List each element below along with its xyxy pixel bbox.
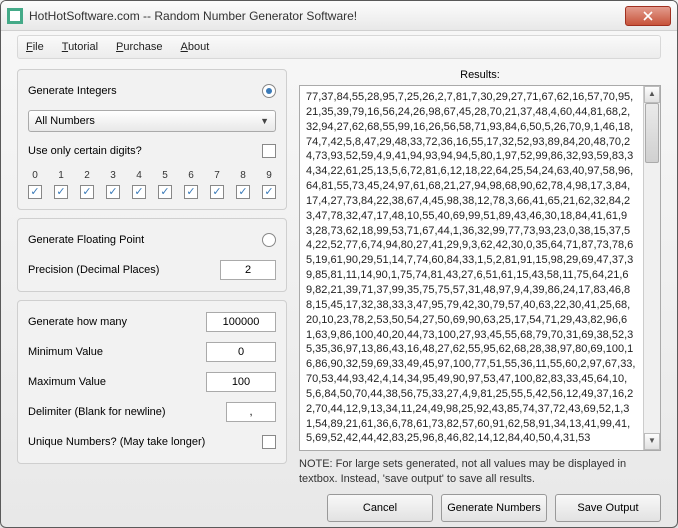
integers-title: Generate Integers — [28, 85, 117, 97]
digit-6-checkbox[interactable] — [184, 185, 198, 199]
delim-label: Delimiter (Blank for newline) — [28, 406, 166, 418]
digit-label: 2 — [84, 170, 90, 181]
save-button[interactable]: Save Output — [555, 494, 661, 522]
digits-row: 0 1 2 3 4 5 6 7 8 9 — [28, 170, 276, 199]
digit-label: 0 — [32, 170, 38, 181]
digit-4-checkbox[interactable] — [132, 185, 146, 199]
digit-label: 6 — [188, 170, 194, 181]
digit-1-checkbox[interactable] — [54, 185, 68, 199]
content-area: Generate Integers All Numbers ▼ Use only… — [1, 59, 677, 528]
integers-radio[interactable] — [262, 84, 276, 98]
digit-3-checkbox[interactable] — [106, 185, 120, 199]
window-title: HotHotSoftware.com -- Random Number Gene… — [29, 9, 625, 23]
howmany-label: Generate how many — [28, 316, 127, 328]
results-textbox[interactable]: 77,37,84,55,28,95,7,25,26,2,7,81,7,30,29… — [299, 85, 661, 451]
unique-label: Unique Numbers? (May take longer) — [28, 436, 205, 448]
digit-7-checkbox[interactable] — [210, 185, 224, 199]
scroll-down-icon[interactable]: ▼ — [644, 433, 660, 450]
menu-purchase[interactable]: Purchase — [116, 41, 162, 53]
scrollbar[interactable]: ▲ ▼ — [643, 86, 660, 450]
digit-label: 4 — [136, 170, 142, 181]
digit-5-checkbox[interactable] — [158, 185, 172, 199]
right-column: Results: 77,37,84,55,28,95,7,25,26,2,7,8… — [299, 69, 661, 522]
results-label: Results: — [299, 69, 661, 81]
chevron-down-icon: ▼ — [260, 116, 269, 126]
number-type-select[interactable]: All Numbers ▼ — [28, 110, 276, 132]
use-digits-checkbox[interactable] — [262, 144, 276, 158]
titlebar: HotHotSoftware.com -- Random Number Gene… — [1, 1, 677, 31]
digit-8-checkbox[interactable] — [236, 185, 250, 199]
floating-radio[interactable] — [262, 233, 276, 247]
note-text: NOTE: For large sets generated, not all … — [299, 457, 661, 486]
digit-9-checkbox[interactable] — [262, 185, 276, 199]
app-icon — [7, 8, 23, 24]
digit-label: 8 — [240, 170, 246, 181]
howmany-input[interactable] — [206, 312, 276, 332]
params-panel: Generate how many Minimum Value Maximum … — [17, 300, 287, 464]
menu-tutorial[interactable]: Tutorial — [62, 41, 98, 53]
use-digits-label: Use only certain digits? — [28, 145, 142, 157]
max-label: Maximum Value — [28, 376, 106, 388]
max-input[interactable] — [206, 372, 276, 392]
floating-panel: Generate Floating Point Precision (Decim… — [17, 218, 287, 292]
delim-input[interactable] — [226, 402, 276, 422]
digit-2-checkbox[interactable] — [80, 185, 94, 199]
cancel-button[interactable]: Cancel — [327, 494, 433, 522]
menu-about[interactable]: About — [181, 41, 210, 53]
precision-label: Precision (Decimal Places) — [28, 264, 159, 276]
precision-input[interactable] — [220, 260, 276, 280]
unique-checkbox[interactable] — [262, 435, 276, 449]
scroll-up-icon[interactable]: ▲ — [644, 86, 660, 103]
digit-label: 1 — [58, 170, 64, 181]
digit-0-checkbox[interactable] — [28, 185, 42, 199]
digit-label: 3 — [110, 170, 116, 181]
scroll-track[interactable] — [644, 103, 660, 433]
app-window: HotHotSoftware.com -- Random Number Gene… — [0, 0, 678, 528]
generate-button[interactable]: Generate Numbers — [441, 494, 547, 522]
left-column: Generate Integers All Numbers ▼ Use only… — [17, 69, 287, 522]
digit-label: 9 — [266, 170, 272, 181]
min-label: Minimum Value — [28, 346, 103, 358]
floating-title: Generate Floating Point — [28, 234, 144, 246]
digit-label: 5 — [162, 170, 168, 181]
scroll-thumb[interactable] — [645, 103, 659, 163]
close-button[interactable] — [625, 6, 671, 26]
digit-label: 7 — [214, 170, 220, 181]
close-icon — [643, 11, 653, 21]
select-value: All Numbers — [35, 115, 95, 127]
button-row: Cancel Generate Numbers Save Output — [299, 494, 661, 522]
menubar: File Tutorial Purchase About — [17, 35, 661, 59]
integers-panel: Generate Integers All Numbers ▼ Use only… — [17, 69, 287, 210]
min-input[interactable] — [206, 342, 276, 362]
menu-file[interactable]: File — [26, 41, 44, 53]
results-text: 77,37,84,55,28,95,7,25,26,2,7,81,7,30,29… — [306, 90, 654, 446]
